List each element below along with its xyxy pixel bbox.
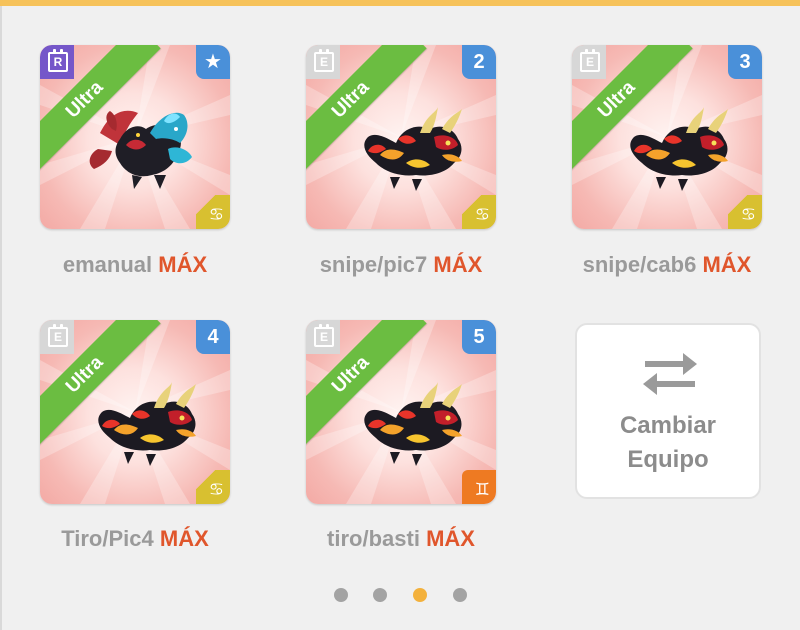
lava-dragon-icon: [630, 107, 728, 191]
lava-dragon-icon: [364, 382, 462, 466]
slot-number-badge: 3: [728, 45, 762, 79]
lava-dragon-icon: [98, 382, 196, 466]
page-dot-3-active[interactable]: [413, 588, 427, 602]
swap-arrows-icon: [643, 353, 697, 395]
page-dot-1[interactable]: [334, 588, 348, 602]
hydra-dragon-icon: [89, 110, 192, 189]
team-card-5-name: tiro/basti MÁX: [327, 526, 475, 551]
slot-number-badge: 2: [462, 45, 496, 79]
calendar-r-icon: R: [48, 49, 68, 72]
cancer-element-icon: ♋: [196, 470, 230, 504]
team-card-2[interactable]: E Ultra 2 ♋: [306, 45, 496, 229]
page-dot-4[interactable]: [453, 588, 467, 602]
team-card-3[interactable]: E Ultra 3 ♋: [572, 45, 762, 229]
rarity-type-tag: E: [306, 320, 340, 354]
change-team-button[interactable]: Cambiar Equipo: [575, 323, 761, 499]
calendar-e-icon: E: [580, 49, 600, 72]
lava-dragon-icon: [364, 107, 462, 191]
rarity-type-tag: E: [40, 320, 74, 354]
cancer-element-icon: ♋: [196, 195, 230, 229]
change-team-label: Cambiar Equipo: [619, 412, 717, 473]
cancer-element-icon: ♋: [728, 195, 762, 229]
cancer-element-icon: ♋: [462, 195, 496, 229]
team-card-1-name: emanual MÁX: [62, 252, 208, 277]
page-dot-2[interactable]: [373, 588, 387, 602]
calendar-e-icon: E: [48, 324, 68, 347]
team-card-3-name: snipe/cab6 MÁX: [582, 252, 752, 277]
rarity-type-tag: R: [40, 45, 74, 79]
team-card-5[interactable]: E Ultra 5 ♊: [306, 320, 496, 504]
slot-number-badge: 4: [196, 320, 230, 354]
team-card-1[interactable]: R Ultra ★ ♋: [40, 45, 230, 229]
rarity-type-tag: E: [306, 45, 340, 79]
slot-number-badge: 5: [462, 320, 496, 354]
star-icon: ★: [196, 45, 230, 79]
team-card-4-name: Tiro/Pic4 MÁX: [61, 526, 209, 551]
gemini-element-icon: ♊: [462, 470, 496, 504]
top-divider: [0, 0, 800, 6]
team-card-4[interactable]: E Ultra 4 ♋: [40, 320, 230, 504]
rarity-type-tag: E: [572, 45, 606, 79]
team-card-2-name: snipe/pic7 MÁX: [319, 252, 483, 277]
left-border: [0, 6, 2, 630]
calendar-e-icon: E: [314, 324, 334, 347]
calendar-e-icon: E: [314, 49, 334, 72]
